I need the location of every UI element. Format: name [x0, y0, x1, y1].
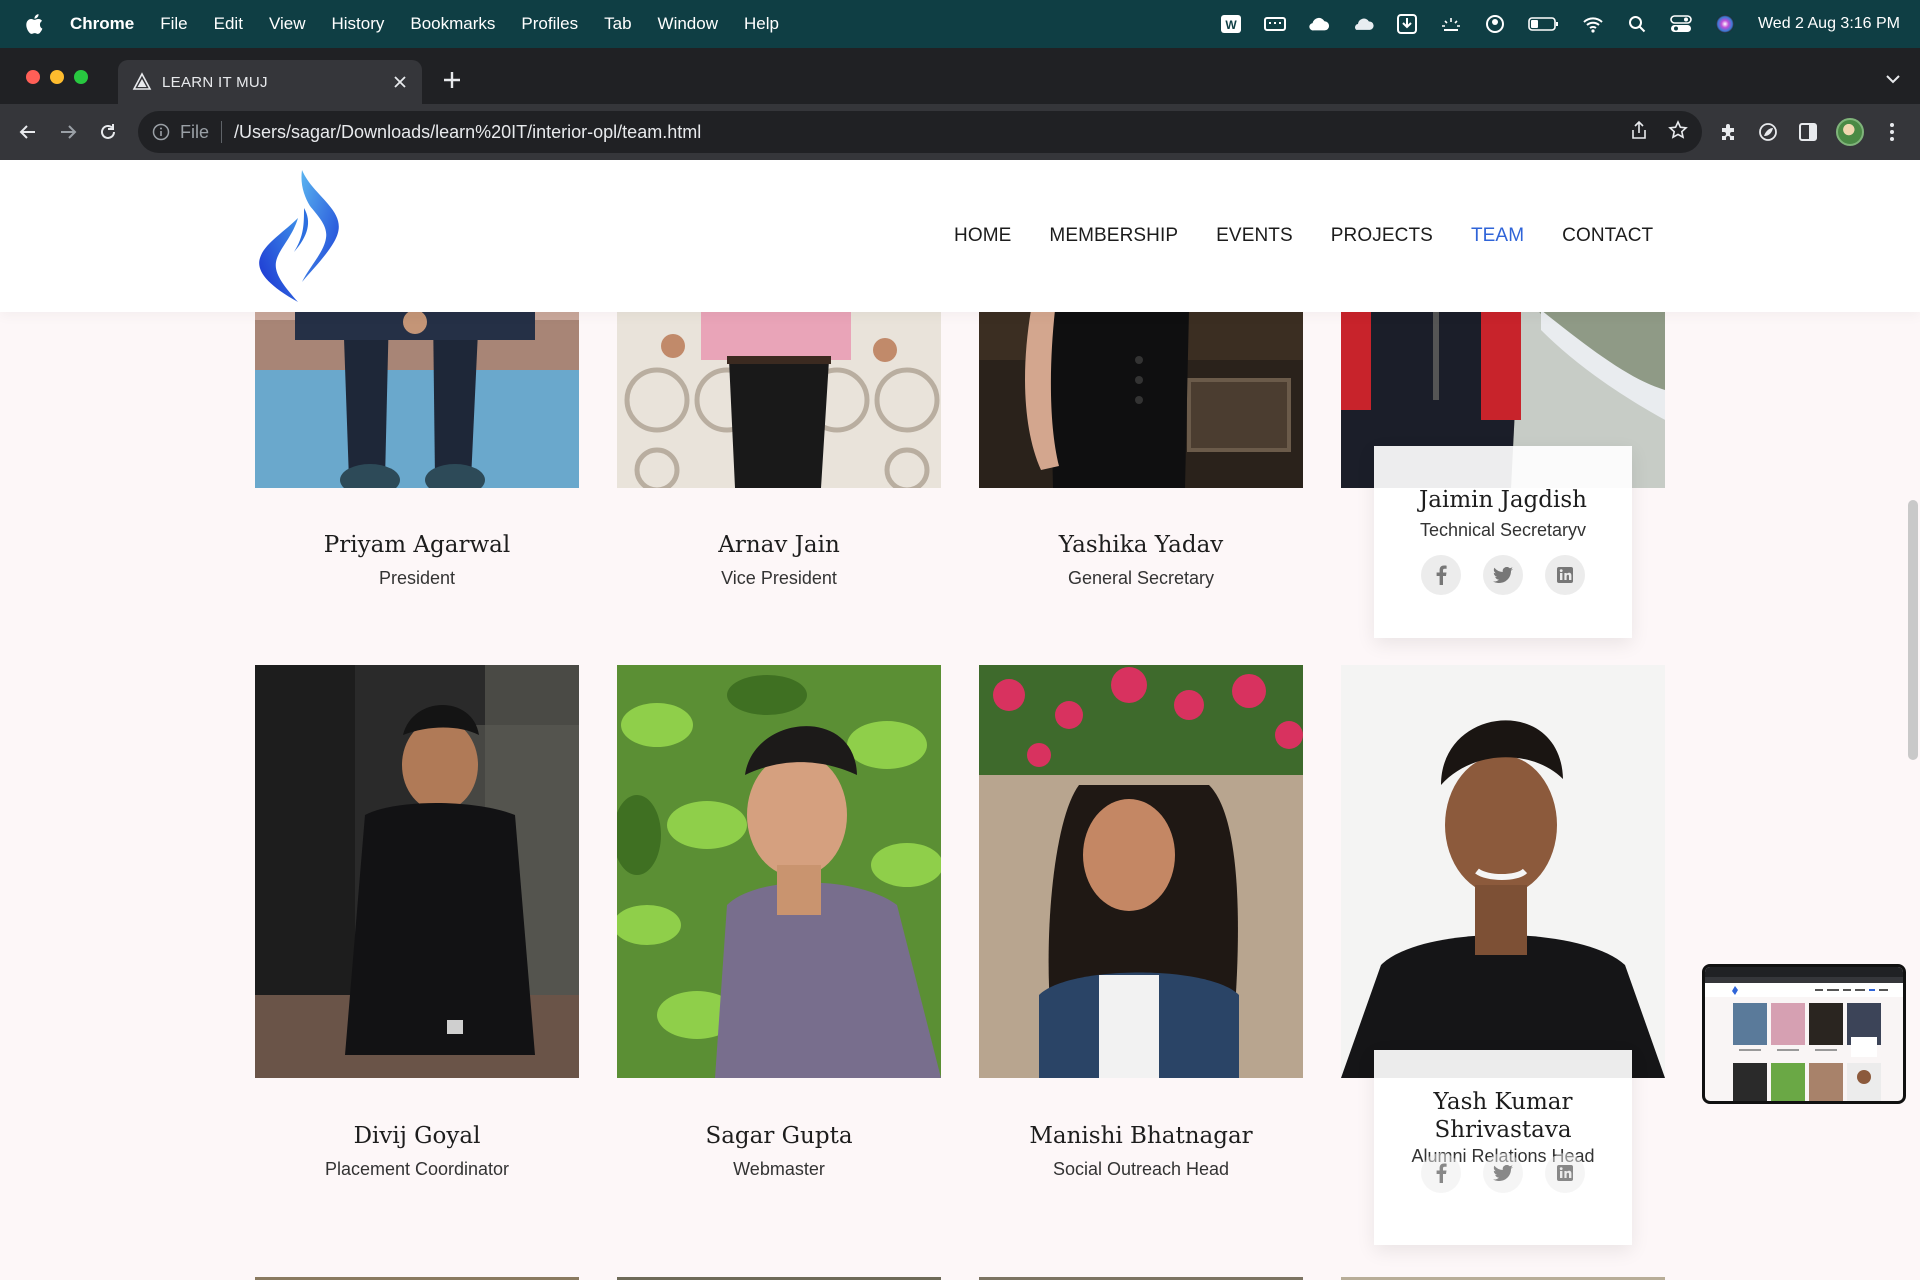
menu-file[interactable]: File: [160, 14, 187, 34]
menu-edit[interactable]: Edit: [214, 14, 243, 34]
forward-button[interactable]: [54, 118, 82, 146]
reload-button[interactable]: [94, 118, 122, 146]
nav-team[interactable]: TEAM: [1471, 225, 1524, 247]
menu-view[interactable]: View: [269, 14, 306, 34]
bookmark-star-icon[interactable]: [1668, 119, 1688, 145]
extension-leaf-icon[interactable]: [1754, 118, 1782, 146]
member-role: Webmaster: [733, 1159, 825, 1179]
url-scheme-label: File: [180, 121, 210, 142]
member-name: Jaimin Jagdish: [1419, 487, 1587, 513]
profile-avatar[interactable]: [1836, 118, 1864, 146]
member-photo: [1341, 665, 1665, 1078]
twitter-icon[interactable]: [1483, 555, 1523, 595]
side-panel-icon[interactable]: [1794, 118, 1822, 146]
battery-icon[interactable]: [1528, 13, 1560, 35]
menubar-clock[interactable]: Wed 2 Aug 3:16 PM: [1758, 15, 1900, 33]
team-card: Sagar Gupta Webmaster: [617, 665, 941, 1179]
word-icon[interactable]: W: [1220, 13, 1242, 35]
keyboard-icon[interactable]: [1263, 13, 1286, 35]
member-role: General Secretary: [1067, 568, 1215, 588]
extensions-puzzle-icon[interactable]: [1714, 118, 1742, 146]
member-role: Placement Coordinator: [324, 1159, 510, 1179]
member-role: Technical Secretaryv: [1419, 520, 1587, 540]
member-name: Manishi Bhatnagar: [1029, 1123, 1253, 1149]
team-card[interactable]: Yash Kumar Shrivastava Alumni Relations …: [1341, 665, 1665, 1245]
member-photo: [255, 665, 579, 1078]
team-card: Divij Goyal Placement Coordinator: [255, 665, 579, 1179]
nav-projects[interactable]: PROJECTS: [1331, 225, 1433, 247]
control-center-icon[interactable]: [1670, 13, 1692, 35]
tab-close-icon[interactable]: [388, 70, 412, 94]
wifi-icon[interactable]: [1582, 13, 1604, 35]
menu-window[interactable]: Window: [658, 14, 718, 34]
apple-icon[interactable]: [24, 13, 44, 35]
user-account-icon[interactable]: [1484, 13, 1506, 35]
member-name: Sagar Gupta: [705, 1123, 853, 1149]
menu-help[interactable]: Help: [744, 14, 779, 34]
member-hover-card: Yash Kumar Shrivastava Alumni Relations …: [1374, 1050, 1632, 1245]
member-name: Yash Kumar Shrivastava: [1433, 1089, 1573, 1143]
member-name: Divij Goyal: [353, 1123, 481, 1149]
thumbnail-image: [1705, 967, 1903, 1101]
download-icon[interactable]: [1396, 13, 1418, 35]
team-card: Manishi Bhatnagar Social Outreach Head: [979, 665, 1303, 1179]
menu-history[interactable]: History: [331, 14, 384, 34]
browser-chrome: LEARN IT MUJ File /Users/sagar/Downloads…: [0, 48, 1920, 160]
chrome-menu-icon[interactable]: [1878, 118, 1906, 146]
address-bar[interactable]: File /Users/sagar/Downloads/learn%20IT/i…: [138, 111, 1702, 153]
facebook-icon[interactable]: [1421, 1153, 1461, 1193]
cloud-sync-icon[interactable]: [1308, 13, 1330, 35]
nav-membership[interactable]: MEMBERSHIP: [1049, 225, 1178, 247]
social-links: [1374, 555, 1632, 595]
member-role: Vice President: [721, 568, 837, 588]
member-role: Social Outreach Head: [1052, 1159, 1230, 1179]
site-favicon-icon: [132, 72, 152, 90]
page-scrollbar[interactable]: [1908, 500, 1918, 760]
site-info-icon[interactable]: [152, 123, 170, 141]
nav-contact[interactable]: CONTACT: [1562, 225, 1653, 247]
twitter-icon[interactable]: [1483, 1153, 1523, 1193]
browser-tab-active[interactable]: LEARN IT MUJ: [118, 60, 422, 104]
svg-text:W: W: [1225, 18, 1237, 32]
linkedin-icon[interactable]: [1545, 555, 1585, 595]
screenshot-preview-thumbnail[interactable]: [1702, 964, 1906, 1104]
new-tab-button[interactable]: [438, 66, 466, 94]
page-viewport: HOME MEMBERSHIP EVENTS PROJECTS TEAM CON…: [0, 160, 1920, 1280]
linkedin-icon[interactable]: [1545, 1153, 1585, 1193]
member-hover-card: Jaimin Jagdish Technical Secretaryv: [1374, 446, 1632, 638]
url-text[interactable]: /Users/sagar/Downloads/learn%20IT/interi…: [234, 122, 701, 143]
member-name: Yashika Yadav: [1058, 532, 1224, 558]
tab-strip: LEARN IT MUJ: [0, 48, 1920, 104]
tab-title: LEARN IT MUJ: [162, 73, 268, 91]
window-close-button[interactable]: [26, 70, 40, 84]
macos-menu-bar: Chrome File Edit View History Bookmarks …: [0, 0, 1920, 48]
member-photo: [617, 665, 941, 1078]
tab-search-chevron-icon[interactable]: [1884, 70, 1902, 88]
menu-bookmarks[interactable]: Bookmarks: [410, 14, 495, 34]
weather-icon[interactable]: [1352, 13, 1374, 35]
site-header: HOME MEMBERSHIP EVENTS PROJECTS TEAM CON…: [0, 160, 1920, 312]
member-role: President: [378, 568, 456, 588]
window-minimize-button[interactable]: [50, 70, 64, 84]
window-zoom-button[interactable]: [74, 70, 88, 84]
menu-app-name[interactable]: Chrome: [70, 14, 134, 34]
facebook-icon[interactable]: [1421, 555, 1461, 595]
menu-tab[interactable]: Tab: [604, 14, 631, 34]
site-logo[interactable]: [254, 166, 354, 308]
spotlight-search-icon[interactable]: [1626, 13, 1648, 35]
member-name: Priyam Agarwal: [323, 532, 511, 558]
nav-home[interactable]: HOME: [954, 225, 1011, 247]
back-button[interactable]: [14, 118, 42, 146]
member-name: Arnav Jain: [718, 532, 840, 558]
main-navigation: HOME MEMBERSHIP EVENTS PROJECTS TEAM CON…: [954, 160, 1653, 312]
omnibox-divider: [221, 121, 223, 143]
brightness-icon[interactable]: [1440, 13, 1462, 35]
share-icon[interactable]: [1630, 120, 1648, 145]
menu-profiles[interactable]: Profiles: [521, 14, 578, 34]
nav-events[interactable]: EVENTS: [1216, 225, 1293, 247]
siri-icon[interactable]: [1714, 13, 1736, 35]
member-photo: [979, 665, 1303, 1078]
browser-toolbar: File /Users/sagar/Downloads/learn%20IT/i…: [0, 104, 1920, 160]
